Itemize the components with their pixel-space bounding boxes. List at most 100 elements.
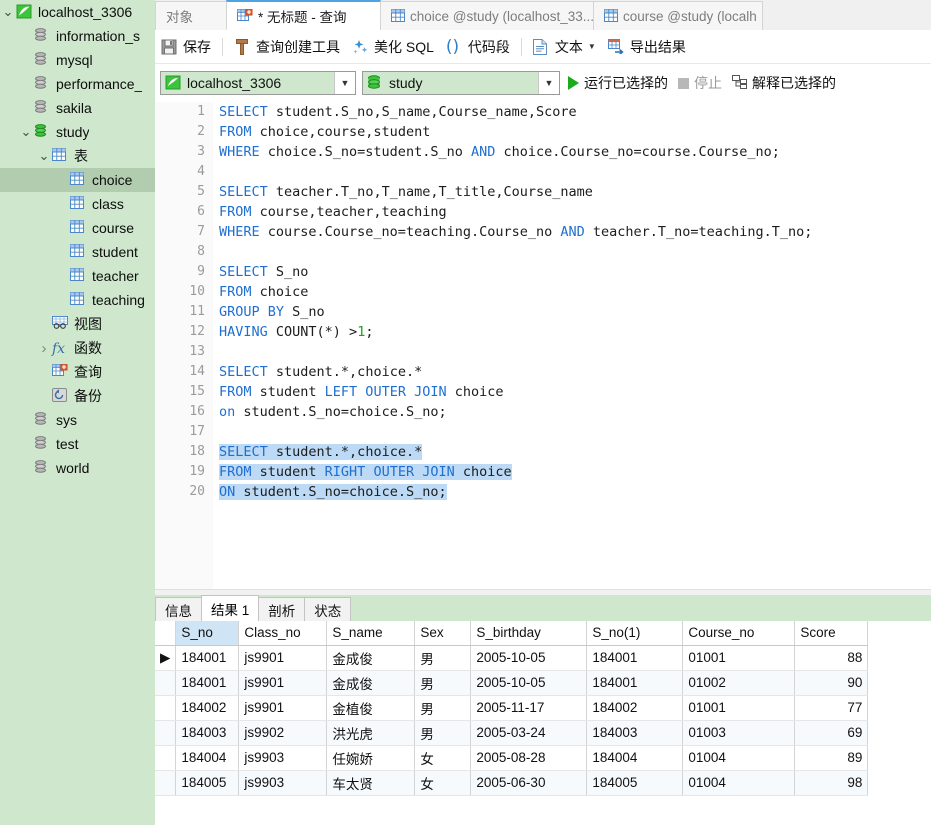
table-cell[interactable]: 184002 [175, 695, 240, 721]
column-header-Sex[interactable]: Sex [414, 621, 472, 646]
query-toolbar[interactable]: 保存 查询创建工具 美化 SQL () 代码段 文本 ▼ 导出结果 [155, 30, 931, 64]
tree-item-[interactable]: ⌄ 表 [0, 144, 155, 168]
table-cell[interactable]: 184005 [175, 770, 240, 796]
row-marker[interactable] [155, 720, 177, 746]
toolbar-save-button[interactable]: 保存 [155, 34, 217, 59]
column-header-S_name[interactable]: S_name [326, 621, 416, 646]
table-row[interactable]: 184002 js9901 金植俊男 2005-11-17 184002 01001 77 [155, 695, 869, 721]
database-tree-sidebar[interactable]: ⌄ localhost_3306 information_s mysql perform… [0, 0, 155, 825]
table-cell[interactable]: 184001 [586, 670, 684, 696]
table-cell[interactable]: 01002 [682, 670, 796, 696]
code-line[interactable]: FROM choice [219, 282, 931, 302]
table-cell[interactable]: 女 [414, 745, 472, 771]
database-select[interactable]: study ▼ [362, 71, 560, 95]
tree-item-localhost_3306[interactable]: ⌄ localhost_3306 [0, 0, 155, 24]
table-cell[interactable]: 2005-06-30 [470, 770, 588, 796]
toolbar-beautify-sql-button[interactable]: 美化 SQL [346, 34, 440, 59]
tree-item-teaching[interactable]: teaching [0, 288, 155, 312]
tree-item-[interactable]: 备份 [0, 384, 155, 408]
result-tab-strip[interactable]: 信息 结果 1 剖析 状态 [155, 595, 931, 621]
row-marker[interactable] [155, 745, 177, 771]
chevron-right-icon[interactable]: › [36, 341, 52, 356]
toolbar-code-snippet-button[interactable]: () 代码段 [440, 34, 516, 59]
code-line[interactable]: FROM student LEFT OUTER JOIN choice [219, 382, 931, 402]
code-line[interactable]: FROM choice,course,student [219, 122, 931, 142]
tree-item-performance_[interactable]: performance_ [0, 72, 155, 96]
table-cell[interactable]: 金成俊 [326, 670, 416, 696]
table-cell[interactable]: 2005-10-05 [470, 645, 588, 671]
table-cell[interactable]: 男 [414, 720, 472, 746]
table-cell[interactable]: 男 [414, 645, 472, 671]
table-cell[interactable]: 金植俊 [326, 695, 416, 721]
tab-3[interactable]: course @study (localh [593, 1, 763, 30]
table-cell[interactable]: js9901 [238, 695, 328, 721]
table-cell[interactable]: 01004 [682, 770, 796, 796]
chevron-down-icon[interactable]: ⌄ [0, 5, 16, 18]
chevron-down-icon[interactable]: ⌄ [36, 149, 52, 162]
code-line[interactable] [219, 422, 931, 442]
table-cell[interactable]: 69 [794, 720, 869, 746]
table-cell[interactable]: 01001 [682, 645, 796, 671]
table-row[interactable]: 184005 js9903 车太贤女 2005-06-30 184005 01004 98 [155, 770, 869, 796]
table-cell[interactable]: js9902 [238, 720, 328, 746]
result-tab-0[interactable]: 信息 [155, 597, 202, 621]
code-line[interactable] [219, 162, 931, 182]
code-line[interactable]: SELECT student.*,choice.* [219, 442, 931, 462]
toolbar-query-builder-button[interactable]: 查询创建工具 [228, 34, 346, 59]
table-cell[interactable]: 01001 [682, 695, 796, 721]
code-line[interactable]: on student.S_no=choice.S_no; [219, 402, 931, 422]
table-cell[interactable]: 90 [794, 670, 869, 696]
tree-item-sys[interactable]: sys [0, 408, 155, 432]
table-cell[interactable]: 金成俊 [326, 645, 416, 671]
sql-code-area[interactable]: SELECT student.S_no,S_name,Course_name,S… [219, 102, 931, 589]
tree-item-choice[interactable]: choice [0, 168, 155, 192]
code-line[interactable]: FROM course,teacher,teaching [219, 202, 931, 222]
table-row[interactable]: 184003 js9902 洪光虎男 2005-03-24 184003 01003 69 [155, 720, 869, 746]
tree-item-class[interactable]: class [0, 192, 155, 216]
table-row[interactable]: 184001 js9901 金成俊男 2005-10-05 184001 01002 90 [155, 670, 869, 696]
tree-item-study[interactable]: ⌄ study [0, 120, 155, 144]
tree-item-student[interactable]: student [0, 240, 155, 264]
table-cell[interactable]: 184001 [175, 670, 240, 696]
table-cell[interactable]: 任婉娇 [326, 745, 416, 771]
chevron-down-icon[interactable]: ⌄ [18, 125, 34, 138]
table-row[interactable]: 184004 js9903 任婉娇女 2005-08-28 184004 01004 89 [155, 745, 869, 771]
table-cell[interactable]: 184004 [175, 745, 240, 771]
table-cell[interactable]: 车太贤 [326, 770, 416, 796]
sql-editor[interactable]: 1 2 3 4 5 6 7 8 9 10 11 12 13 14 15 16 17 18 19 20 SELECT s… [155, 102, 931, 589]
table-cell[interactable]: 184001 [586, 645, 684, 671]
result-tab-2[interactable]: 剖析 [258, 597, 306, 621]
table-cell[interactable]: js9903 [238, 770, 328, 796]
table-cell[interactable]: 01003 [682, 720, 796, 746]
tree-item-mysql[interactable]: mysql [0, 48, 155, 72]
table-cell[interactable]: 2005-08-28 [470, 745, 588, 771]
table-cell[interactable]: 184005 [586, 770, 684, 796]
row-marker[interactable] [155, 695, 177, 721]
table-row[interactable]: ▶ 184001 js9901 金成俊男 2005-10-05 184001 01001 88 [155, 645, 869, 671]
table-cell[interactable]: 184002 [586, 695, 684, 721]
table-cell[interactable]: 184004 [586, 745, 684, 771]
table-cell[interactable]: 2005-10-05 [470, 670, 588, 696]
row-marker[interactable] [155, 670, 177, 696]
column-header-S_no1[interactable]: S_no(1) [586, 621, 684, 646]
table-cell[interactable]: 184003 [175, 720, 240, 746]
table-cell[interactable]: 184003 [586, 720, 684, 746]
tree-item-sakila[interactable]: sakila [0, 96, 155, 120]
table-cell[interactable]: 88 [794, 645, 869, 671]
results-table[interactable]: S_no Class_no S_name Sex S_birthday S_no(1) Co… [155, 621, 869, 796]
table-cell[interactable]: 2005-03-24 [470, 720, 588, 746]
tree-item-information_s[interactable]: information_s [0, 24, 155, 48]
tree-item-world[interactable]: world [0, 456, 155, 480]
result-tab-1[interactable]: 结果 1 [201, 595, 260, 621]
column-header-Course_no[interactable]: Course_no [682, 621, 796, 646]
tab-1[interactable]: * 无标题 - 查询 [226, 0, 381, 30]
tree-item-test[interactable]: test [0, 432, 155, 456]
table-cell[interactable]: 98 [794, 770, 869, 796]
code-line[interactable] [219, 342, 931, 362]
tab-0[interactable]: 对象 [155, 1, 227, 30]
result-tab-3[interactable]: 状态 [304, 597, 352, 621]
table-cell[interactable]: 男 [414, 695, 472, 721]
code-line[interactable]: SELECT teacher.T_no,T_name,T_title,Cours… [219, 182, 931, 202]
table-cell[interactable]: 89 [794, 745, 869, 771]
tree-item-[interactable]: › fx 函数 [0, 336, 155, 360]
